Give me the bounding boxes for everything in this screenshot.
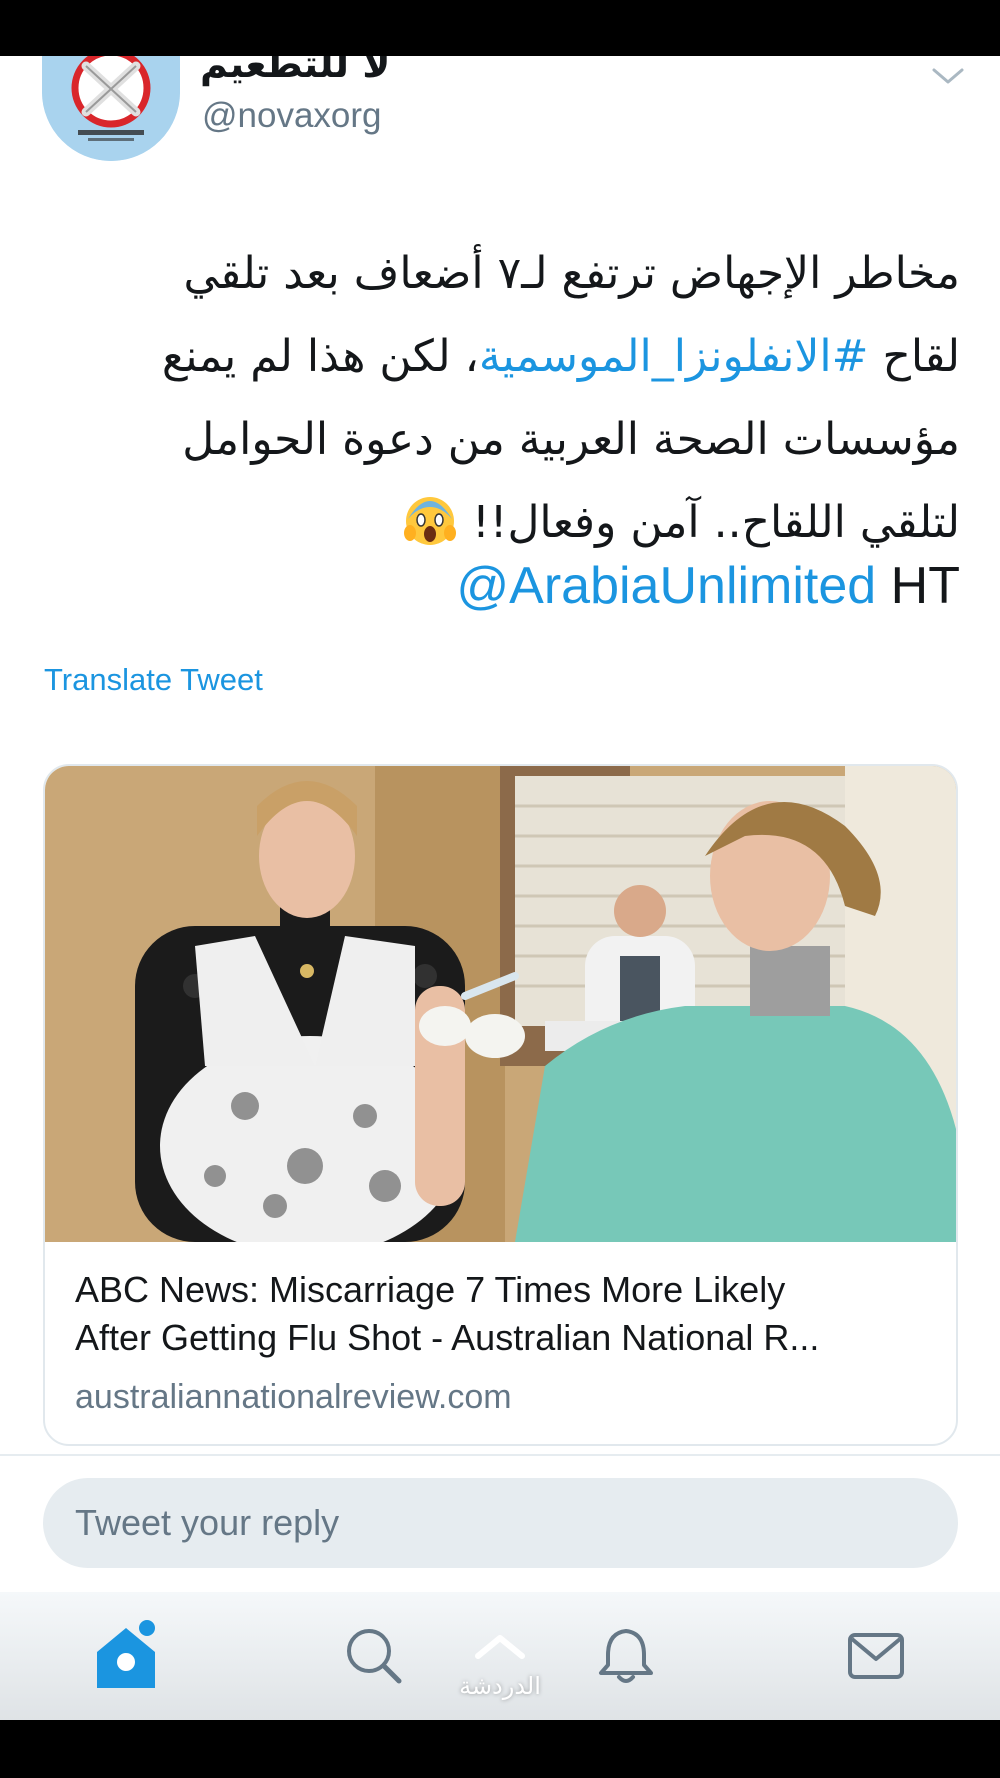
- card-title-line-2: After Getting Flu Shot - Australian Nati…: [75, 1317, 820, 1358]
- tweet-line-4: لتلقي اللقاح.. آمن وفعال!!: [60, 481, 960, 564]
- tweet-detail-screen: لا للتطعيم @novaxorg مخاطر الإجهاض ترتفع…: [0, 56, 1000, 1720]
- hat-tip-line: @ArabiaUnlimited HT: [440, 556, 960, 616]
- tweet-line-2: لقاح #الانفلونزا_الموسمية، لكن هذا لم يم…: [60, 315, 960, 398]
- mention-link[interactable]: @ArabiaUnlimited: [456, 557, 876, 615]
- vaccination-photo: [45, 766, 956, 1242]
- reply-box[interactable]: Tweet your reply: [43, 1478, 958, 1568]
- tweet-line-2-suffix: ، لكن هذا لم يمنع: [161, 331, 479, 382]
- card-title[interactable]: ABC News: Miscarriage 7 Times More Likel…: [75, 1266, 935, 1362]
- tab-home[interactable]: [66, 1592, 186, 1720]
- home-indicator-bar: [0, 1720, 1000, 1778]
- chat-overlay-label[interactable]: الدردشة: [420, 1672, 580, 1700]
- tweet-line-3: مؤسسات الصحة العربية من دعوة الحوامل: [182, 414, 960, 465]
- card-title-line-1: ABC News: Miscarriage 7 Times More Likel…: [75, 1269, 786, 1310]
- tab-notifications[interactable]: [566, 1592, 686, 1720]
- display-name[interactable]: لا للتطعيم: [200, 56, 391, 86]
- translate-tweet-link[interactable]: Translate Tweet: [44, 662, 263, 698]
- search-icon: [347, 1629, 402, 1684]
- status-bar: [0, 0, 1000, 56]
- mail-icon: [848, 1633, 904, 1679]
- ht-label: HT: [890, 557, 960, 615]
- no-vaccine-logo: [42, 56, 180, 161]
- screaming-face-icon: [404, 497, 457, 545]
- card-domain: australiannationalreview.com: [75, 1378, 512, 1416]
- tab-search[interactable]: [314, 1592, 434, 1720]
- tweet-line-2-prefix: لقاح: [868, 331, 960, 382]
- tweet-line-1: مخاطر الإجهاض ترتفع لـ٧ أضعاف بعد تلقي: [183, 248, 960, 299]
- tweet-line-4-text: لتلقي اللقاح.. آمن وفعال!!: [472, 497, 960, 548]
- chevron-up-icon[interactable]: [474, 1632, 526, 1660]
- card-image: [45, 766, 956, 1242]
- avatar[interactable]: [42, 56, 180, 161]
- tweet-text: مخاطر الإجهاض ترتفع لـ٧ أضعاف بعد تلقي ل…: [60, 232, 960, 564]
- tab-messages[interactable]: [816, 1592, 936, 1720]
- user-handle[interactable]: @novaxorg: [202, 96, 382, 136]
- bell-icon: [599, 1629, 653, 1683]
- hashtag-link[interactable]: #الانفلونزا_الموسمية: [479, 331, 869, 382]
- reply-input[interactable]: Tweet your reply: [75, 1502, 339, 1544]
- chevron-down-icon[interactable]: [930, 64, 966, 88]
- bottom-tab-bar: الدردشة: [0, 1592, 1000, 1720]
- home-icon: [97, 1620, 155, 1688]
- divider: [0, 1454, 1000, 1456]
- link-preview-card[interactable]: ABC News: Miscarriage 7 Times More Likel…: [43, 764, 958, 1446]
